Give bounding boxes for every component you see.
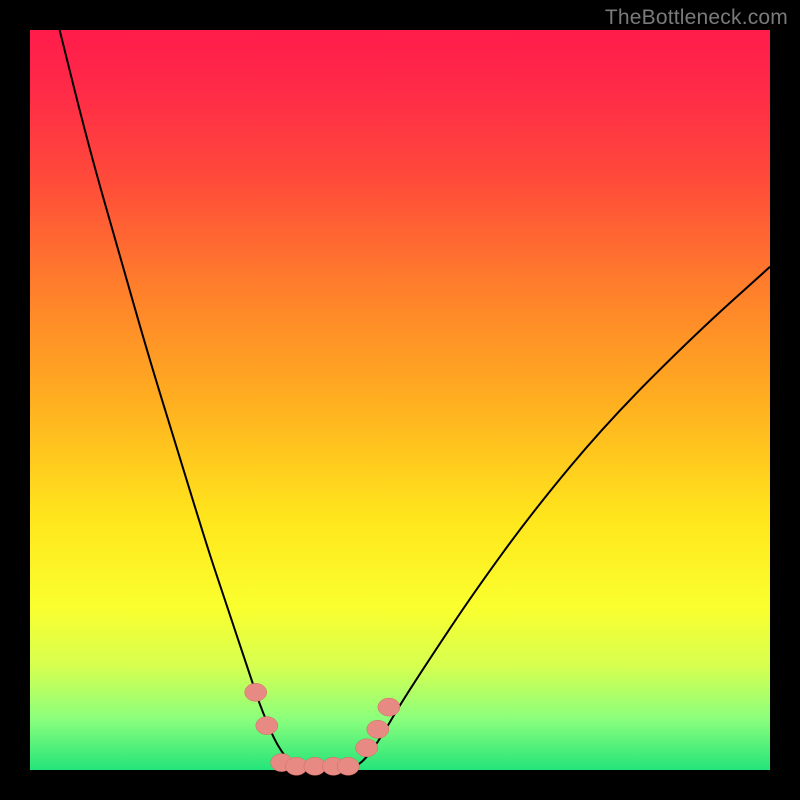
bottleneck-curve-left (60, 30, 297, 766)
marker-right-low (356, 739, 378, 757)
marker-right-high (378, 698, 400, 716)
marker-left-high (245, 683, 267, 701)
markers-group (245, 683, 400, 775)
chart-svg (30, 30, 770, 770)
bottleneck-curve-right (356, 267, 770, 767)
chart-frame: TheBottleneck.com (0, 0, 800, 800)
marker-right-mid (367, 720, 389, 738)
watermark-text: TheBottleneck.com (605, 6, 788, 30)
marker-left-low (256, 717, 278, 735)
marker-floor-5 (337, 757, 359, 775)
